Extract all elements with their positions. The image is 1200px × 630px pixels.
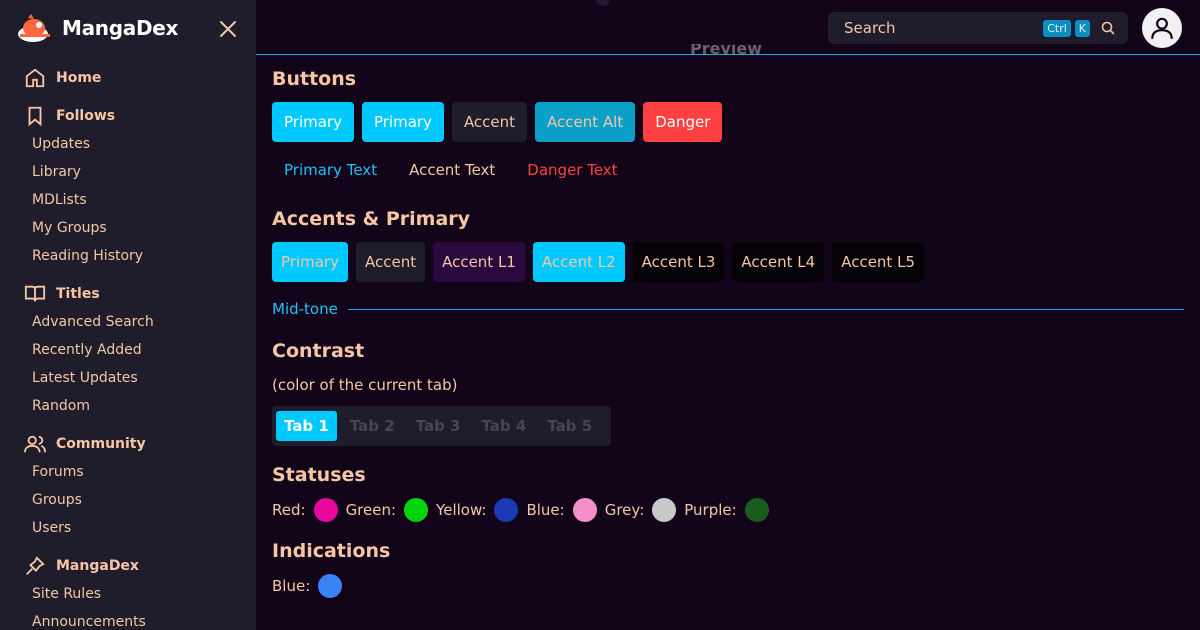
sidebar: MangaDex Home Follows Updates Library MD… — [0, 0, 256, 630]
status-label: Purple: — [684, 501, 737, 519]
close-icon — [220, 21, 236, 37]
indications-heading: Indications — [272, 540, 391, 562]
sidebar-item-community[interactable]: Community — [0, 430, 256, 458]
sidebar-item-forums[interactable]: Forums — [0, 458, 256, 486]
purple-status-dot — [744, 498, 769, 522]
sidebar-item-label: Follows — [56, 108, 116, 124]
sidebar-item-titles[interactable]: Titles — [0, 280, 256, 308]
mangadex-logo-icon — [18, 14, 50, 42]
buttons-row: Primary Primary Accent Accent Alt Danger — [272, 102, 723, 142]
sidebar-item-latest-updates[interactable]: Latest Updates — [0, 364, 256, 392]
sidebar-item-label: Titles — [56, 286, 100, 302]
sidebar-item-recently-added[interactable]: Recently Added — [0, 336, 256, 364]
brand[interactable]: MangaDex — [16, 12, 178, 44]
sidebar-item-mdlists[interactable]: MDLists — [0, 186, 256, 214]
accents-row: Primary Accent Accent L1 Accent L2 Accent L3… — [272, 242, 924, 282]
sidebar-item-advanced-search[interactable]: Advanced Search — [0, 308, 256, 336]
status-label: Red: — [272, 501, 306, 519]
red-status-dot — [313, 498, 338, 522]
search-placeholder: Search — [844, 19, 896, 37]
sidebar-item-my-groups[interactable]: My Groups — [0, 214, 256, 242]
midtone-line — [347, 308, 1184, 310]
danger-text-button[interactable]: Danger Text — [515, 150, 629, 190]
buttons-heading: Buttons — [272, 68, 357, 90]
accent-l5-swatch: Accent L5 — [832, 242, 924, 282]
accent-l4-swatch: Accent L4 — [732, 242, 825, 282]
sidebar-item-groups[interactable]: Groups — [0, 486, 256, 514]
avatar[interactable] — [1142, 8, 1182, 48]
midtone-label: Mid-tone — [272, 300, 338, 318]
sidebar-item-announcements[interactable]: Announcements — [0, 608, 256, 630]
sidebar-item-site-rules[interactable]: Site Rules — [0, 580, 256, 608]
danger-button[interactable]: Danger — [643, 102, 723, 142]
sidebar-nav: Home Follows Updates Library MDLists My … — [0, 64, 256, 630]
preview-heading: Preview — [690, 44, 763, 54]
tab-tab-3[interactable]: Tab 3 — [408, 411, 469, 441]
accent-l1-swatch: Accent L1 — [433, 242, 525, 282]
book-open-icon — [24, 285, 46, 302]
indications-row: Blue: — [272, 574, 350, 598]
sidebar-item-follows[interactable]: Follows — [0, 102, 256, 130]
topbar-divider — [256, 54, 1200, 55]
status-label: Blue: — [272, 577, 311, 595]
statuses-row: Red: Green: Yellow: Blue: Grey: Purple: — [272, 498, 777, 522]
pin-icon — [26, 556, 45, 575]
contrast-subtitle: (color of the current tab) — [272, 376, 458, 394]
search-icon — [1101, 21, 1115, 35]
sidebar-item-home[interactable]: Home — [0, 64, 256, 92]
primary-button[interactable]: Primary — [361, 102, 444, 142]
contrast-heading: Contrast — [272, 340, 365, 362]
tab-tab-1[interactable]: Tab 1 — [276, 411, 337, 441]
accent-text-button[interactable]: Accent Text — [397, 150, 507, 190]
midtone-divider: Mid-tone — [272, 300, 1184, 318]
brand-name: MangaDex — [62, 16, 179, 40]
yellow-status-dot — [494, 498, 519, 522]
sidebar-item-library[interactable]: Library — [0, 158, 256, 186]
tab-tab-4[interactable]: Tab 4 — [473, 411, 534, 441]
shortcut-ctrl-badge: Ctrl — [1043, 19, 1071, 37]
status-label: Green: — [345, 501, 397, 519]
sidebar-item-mangadex[interactable]: MangaDex — [0, 552, 256, 580]
blue-status-dot — [318, 574, 343, 598]
primary-text-button[interactable]: Primary Text — [272, 150, 389, 190]
shortcut-k-badge: K — [1074, 19, 1090, 37]
tab-tab-2[interactable]: Tab 2 — [342, 411, 403, 441]
sidebar-item-updates[interactable]: Updates — [0, 130, 256, 158]
status-label: Grey: — [604, 501, 645, 519]
tab-tab-5[interactable]: Tab 5 — [539, 411, 600, 441]
tab-bar: Tab 1 Tab 2 Tab 3 Tab 4 Tab 5 — [272, 406, 611, 446]
grey-status-dot — [652, 498, 677, 522]
accents-heading: Accents & Primary — [272, 208, 471, 230]
search-input[interactable]: Search Ctrl K — [828, 12, 1128, 44]
bookmark-icon — [28, 106, 42, 127]
sidebar-item-label: MangaDex — [56, 558, 139, 574]
sidebar-item-label: Home — [56, 70, 102, 86]
text-buttons-row: Primary Text Accent Text Danger Text — [272, 150, 638, 190]
accent-l3-swatch: Accent L3 — [632, 242, 725, 282]
user-icon — [1151, 17, 1173, 39]
accent-swatch: Accent — [355, 242, 426, 282]
close-sidebar-button[interactable] — [216, 17, 240, 41]
sidebar-item-random[interactable]: Random — [0, 392, 256, 420]
primary-swatch: Primary — [272, 242, 348, 282]
users-icon — [24, 435, 46, 453]
status-label: Yellow: — [436, 501, 487, 519]
accent-alt-button[interactable]: Accent Alt — [535, 102, 636, 142]
accent-l2-swatch: Accent L2 — [532, 242, 625, 282]
blue-status-dot — [572, 498, 597, 522]
green-status-dot — [404, 498, 429, 522]
primary-button[interactable]: Primary — [272, 102, 354, 142]
statuses-heading: Statuses — [272, 464, 366, 486]
sidebar-item-label: Community — [56, 436, 146, 452]
sidebar-item-reading-history[interactable]: Reading History — [0, 242, 256, 270]
accent-button[interactable]: Accent — [451, 102, 528, 142]
sidebar-item-users[interactable]: Users — [0, 514, 256, 542]
status-label: Blue: — [526, 501, 565, 519]
home-icon — [25, 68, 45, 88]
